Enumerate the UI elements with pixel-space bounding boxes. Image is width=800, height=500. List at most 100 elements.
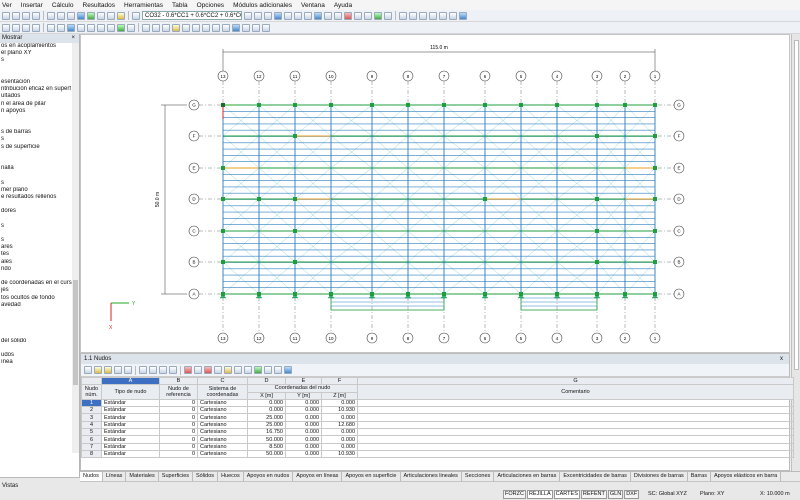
color-icon[interactable] — [202, 23, 210, 32]
tree-item[interactable]: jes — [1, 287, 79, 294]
structure-drawing[interactable]: 1313121211111010998877665544332211G GF FE E… — [81, 35, 791, 354]
x-coordinate-cell[interactable]: 16.750 — [247, 428, 286, 437]
tree-item[interactable] — [1, 345, 79, 352]
arrow-left-icon[interactable] — [254, 11, 262, 20]
tree-item[interactable]: tes — [1, 251, 79, 258]
z-coordinate-cell[interactable]: 0.000 — [321, 413, 358, 422]
load-icon[interactable] — [107, 23, 115, 32]
view-z-icon[interactable] — [429, 11, 437, 20]
tree-item[interactable] — [1, 115, 79, 122]
filter-icon[interactable] — [384, 11, 392, 20]
dimension-icon[interactable] — [142, 23, 150, 32]
tree-item[interactable] — [1, 316, 79, 323]
column-letter[interactable]: B — [159, 376, 198, 386]
table-info-icon[interactable] — [284, 366, 292, 374]
view-icon[interactable] — [314, 11, 322, 20]
light-icon[interactable] — [212, 23, 220, 32]
tree-item[interactable]: ndo — [1, 266, 79, 273]
visibility-icon[interactable] — [192, 23, 200, 32]
tree-item[interactable] — [1, 216, 79, 223]
redo-icon[interactable] — [57, 11, 65, 20]
reference-node-cell[interactable]: 0 — [159, 442, 198, 451]
table-sort-icon[interactable] — [274, 366, 282, 374]
table-last-icon[interactable] — [169, 366, 177, 374]
y-coordinate-cell[interactable]: 0.000 — [285, 442, 322, 451]
table-row[interactable]: 5 Estándar 0 Cartesiano 16.750 0.000 0.000 — [81, 428, 794, 437]
close-icon[interactable]: × — [71, 34, 75, 43]
menu-item[interactable]: Insertar — [21, 2, 43, 9]
guide-icon[interactable] — [152, 23, 160, 32]
tree-item[interactable]: ntribución eficaz en superf — [1, 86, 79, 93]
zoom-icon[interactable] — [67, 11, 75, 20]
tree-item[interactable] — [1, 323, 79, 330]
reference-node-cell[interactable]: 0 — [159, 420, 198, 430]
tab-12[interactable]: Excentricidades de barras — [560, 472, 631, 481]
values-icon[interactable] — [284, 11, 292, 20]
tree-item[interactable]: n el área de pilar — [1, 101, 79, 108]
tab-7[interactable]: Apoyos en líneas — [293, 472, 343, 481]
tree-item[interactable]: de coordenadas en el curs — [1, 280, 79, 287]
tree-item[interactable]: mer plano — [1, 187, 79, 194]
tree-item[interactable]: ares — [1, 244, 79, 251]
load-combination-select[interactable]: CO32 - 0.6*CC1 + 0.6*CC2 + 0.6*CC7 — [142, 11, 242, 20]
open-icon[interactable] — [12, 11, 20, 20]
table-edit-icon[interactable] — [94, 366, 102, 374]
coordinate-system-cell[interactable]: Cartesiano — [197, 428, 248, 437]
tree-item[interactable]: ultados — [1, 93, 79, 100]
node-number-cell[interactable]: 5 — [81, 428, 102, 437]
z-coordinate-cell[interactable]: 0.000 — [321, 398, 358, 408]
comment-cell[interactable] — [357, 420, 794, 430]
tree-item[interactable]: n apoyos — [1, 108, 79, 115]
table-import-icon[interactable] — [234, 366, 242, 374]
tab-8[interactable]: Apoyos en superficie — [342, 472, 401, 481]
node-number-cell[interactable]: 1 — [81, 398, 102, 408]
z-coordinate-cell[interactable]: 0.000 — [321, 442, 358, 451]
table-excel-icon[interactable] — [254, 366, 262, 374]
view-y-icon[interactable] — [419, 11, 427, 20]
comment-cell[interactable] — [357, 428, 794, 437]
tab-11[interactable]: Articulaciones en barras — [494, 472, 561, 481]
table-paste-icon[interactable] — [224, 366, 232, 374]
status-toggle-button[interactable]: REFENT — [580, 490, 607, 499]
solid-icon[interactable] — [67, 23, 75, 32]
y-coordinate-cell[interactable]: 0.000 — [285, 449, 322, 459]
menu-item[interactable]: Tabla — [172, 2, 188, 9]
node-type-cell[interactable]: Estándar — [101, 449, 160, 459]
menu-item[interactable]: Cálculo — [52, 2, 74, 9]
column-letter[interactable]: C — [197, 376, 248, 386]
table-copy-icon[interactable] — [214, 366, 222, 374]
move-icon[interactable] — [364, 11, 372, 20]
table-row[interactable]: 3 Estándar 0 Cartesiano 25.000 0.000 0.000 — [81, 413, 794, 422]
tab-6[interactable]: Apoyos en nudos — [244, 472, 294, 481]
node-type-cell[interactable]: Estándar — [101, 442, 160, 451]
tree-item[interactable]: dores — [1, 208, 79, 215]
menu-item[interactable]: Módulos adicionales — [233, 2, 292, 9]
coordinate-system-cell[interactable]: Cartesiano — [197, 442, 248, 451]
tree-item[interactable] — [1, 172, 79, 179]
save-icon[interactable] — [22, 11, 30, 20]
column-letter[interactable]: G — [357, 376, 794, 386]
comment-icon[interactable] — [162, 23, 170, 32]
coordinate-system-cell[interactable]: Cartesiano — [197, 406, 248, 415]
node-type-cell[interactable]: Estándar — [101, 435, 160, 444]
tree-item[interactable]: ales — [1, 259, 79, 266]
y-coordinate-cell[interactable]: 0.000 — [285, 428, 322, 437]
tab-15[interactable]: Apoyos elásticos en barra — [711, 472, 782, 481]
comment-cell[interactable] — [357, 398, 794, 408]
member-icon[interactable] — [117, 23, 125, 32]
tree-item[interactable] — [1, 230, 79, 237]
tab-14[interactable]: Barras — [688, 472, 711, 481]
tree-item[interactable]: s de superficie — [1, 144, 79, 151]
z-coordinate-cell[interactable]: 0.000 — [321, 428, 358, 437]
comment-cell[interactable] — [357, 413, 794, 422]
tab-0[interactable]: Nudos — [80, 472, 103, 481]
reference-node-cell[interactable]: 0 — [159, 428, 198, 437]
layer-icon[interactable] — [47, 23, 55, 32]
table-row[interactable]: 1 Estándar 0 Cartesiano 0.000 0.000 0.000 — [81, 398, 794, 408]
tree-item[interactable] — [1, 201, 79, 208]
wireframe-icon[interactable] — [57, 23, 65, 32]
line-icon[interactable] — [334, 11, 342, 20]
zoom-all-icon[interactable] — [439, 11, 447, 20]
comment-cell[interactable] — [357, 435, 794, 444]
tab-10[interactable]: Secciones — [462, 472, 495, 481]
